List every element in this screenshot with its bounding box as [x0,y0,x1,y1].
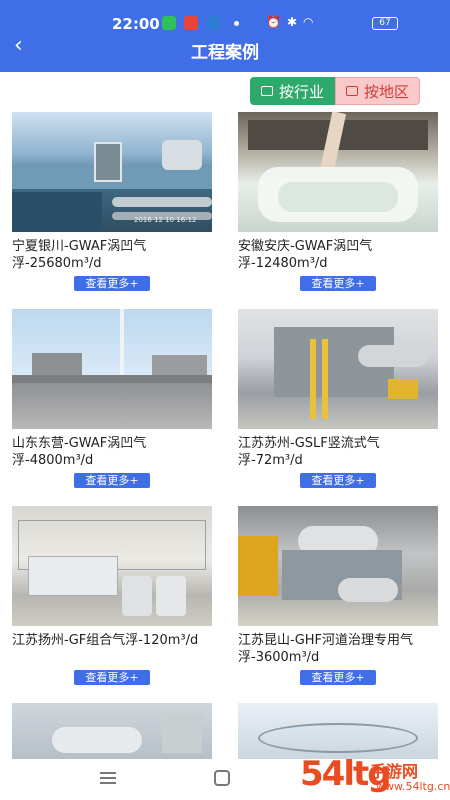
filter-toggle: 按行业 按地区 [250,77,421,105]
case-title: 宁夏银川-GWAF涡凹气浮-25680m³/d [12,239,147,271]
watermark-url: www.54ltg.cn [376,780,450,793]
filter-region-label: 按地区 [364,82,410,101]
case-card[interactable]: 安徽安庆-GWAF涡凹气浮-12480m³/d 查看更多+ [238,112,438,309]
battery-icon: 67 [372,17,398,30]
case-photo[interactable] [12,703,212,759]
view-more-button[interactable]: 查看更多+ [74,276,150,291]
case-title: 江苏昆山-GHF河道治理专用气浮-3600m³/d [238,633,414,665]
case-card[interactable]: 江苏昆山-GHF河道治理专用气浮-3600m³/d 查看更多+ [238,506,438,703]
case-card[interactable]: 江苏苏州-GSLF竖流式气浮-72m³/d 查看更多+ [238,309,438,506]
view-more-button[interactable]: 查看更多+ [74,473,150,488]
watermark-text: 手游网 [370,762,419,781]
view-more-button[interactable]: 查看更多+ [74,670,150,685]
view-more-button[interactable]: 查看更多+ [300,276,376,291]
case-photo[interactable] [12,506,212,626]
page-title: 工程案例 [191,43,259,63]
case-title: 江苏苏州-GSLF竖流式气浮-72m³/d [238,436,380,468]
wechat-notification-icon [162,16,176,30]
case-card[interactable]: 2016 12 10 16:12 宁夏银川-GWAF涡凹气浮-25680m³/d… [12,112,212,309]
view-more-button[interactable]: 查看更多+ [300,473,376,488]
app-notification-icon [206,16,220,30]
case-card[interactable] [12,703,212,759]
filter-by-industry-button[interactable]: 按行业 [250,77,336,105]
region-icon [346,86,359,96]
case-photo[interactable] [238,309,438,429]
video-notification-icon [184,16,198,30]
site-watermark-logo: 54ltg 手游网 www.54ltg.cn [300,752,450,800]
case-photo[interactable] [238,703,438,759]
case-photo[interactable] [12,309,212,429]
case-title: 江苏扬州-GF组合气浮-120m³/d [12,633,199,648]
system-status-icons: ⏰✱◠ [266,15,320,29]
more-notifications-dot-icon [234,21,239,26]
view-more-button[interactable]: 查看更多+ [300,670,376,685]
home-icon[interactable] [214,770,230,786]
case-title: 安徽安庆-GWAF涡凹气浮-12480m³/d [238,239,373,271]
filter-by-region-button[interactable]: 按地区 [335,77,421,105]
case-photo[interactable] [238,112,438,232]
status-bar: 22:00 ⏰✱◠ 67 [0,10,450,36]
case-card[interactable]: 山东东营-GWAF涡凹气浮-4800m³/d 查看更多+ [12,309,212,506]
status-time: 22:00 [112,15,160,33]
case-card[interactable] [238,703,438,759]
app-header: 22:00 ⏰✱◠ 67 ‹ 工程案例 [0,0,450,72]
case-card[interactable]: 江苏扬州-GF组合气浮-120m³/d 查看更多+ [12,506,212,703]
case-photo[interactable] [238,506,438,626]
filter-industry-label: 按行业 [279,82,325,101]
recent-apps-icon[interactable] [100,772,116,784]
case-grid: 2016 12 10 16:12 宁夏银川-GWAF涡凹气浮-25680m³/d… [12,112,438,759]
photo-timestamp: 2016 12 10 16:12 [134,216,197,224]
industry-icon [261,86,273,96]
case-photo[interactable]: 2016 12 10 16:12 [12,112,212,232]
case-title: 山东东营-GWAF涡凹气浮-4800m³/d [12,436,147,468]
